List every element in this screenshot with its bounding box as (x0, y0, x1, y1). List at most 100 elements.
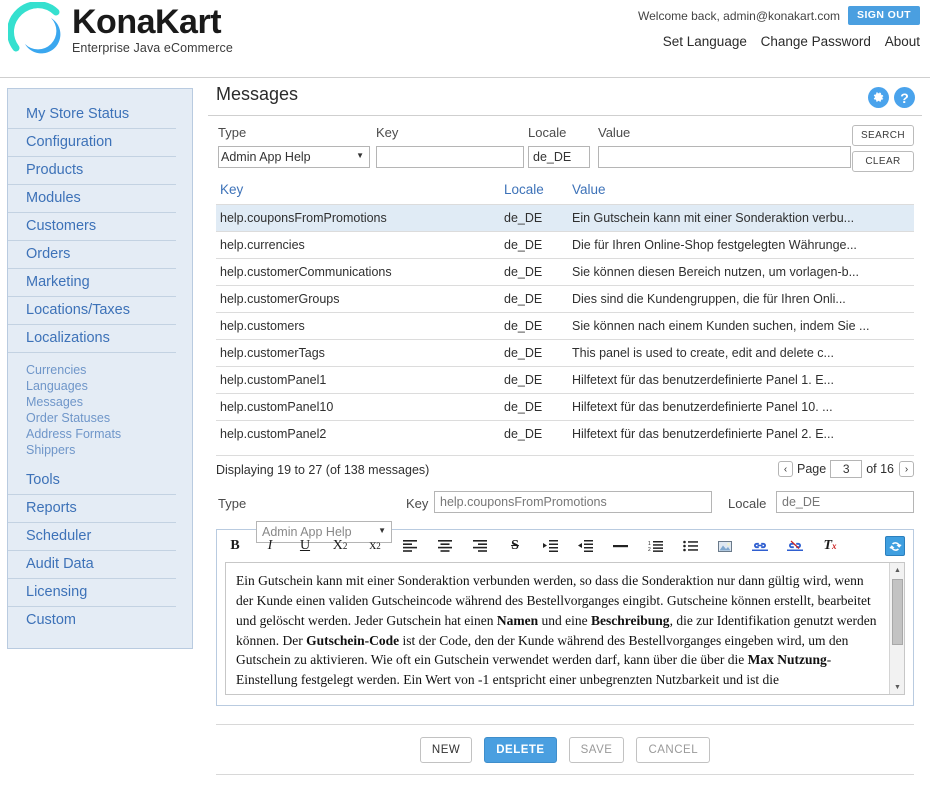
delete-button[interactable]: DELETE (484, 737, 556, 763)
underline-icon[interactable]: U (295, 536, 315, 556)
scroll-down-arrow-icon[interactable]: ▼ (890, 680, 905, 694)
bold-icon[interactable]: B (225, 536, 245, 556)
sidebar-item-products[interactable]: Products (8, 157, 176, 185)
scrollbar-thumb[interactable] (892, 579, 903, 645)
view-source-button[interactable] (885, 536, 905, 556)
grid-cell-locale: de_DE (500, 259, 568, 286)
help-question-glyph: ? (900, 91, 909, 105)
editor-content-area[interactable]: Ein Gutschein kann mit einer Sonderaktio… (225, 562, 905, 695)
scroll-up-arrow-icon[interactable]: ▲ (890, 563, 905, 577)
sidebar-item-orders[interactable]: Orders (8, 241, 176, 269)
editor-scrollbar[interactable]: ▲ ▼ (889, 563, 904, 694)
column-header-locale[interactable]: Locale (500, 178, 568, 205)
save-button[interactable]: SAVE (569, 737, 625, 763)
app-header: KonaKart Enterprise Java eCommerce Welco… (0, 0, 930, 78)
superscript-icon[interactable]: x2 (365, 536, 385, 556)
indent-icon[interactable] (540, 536, 560, 556)
sidebar-item-localizations[interactable]: Localizations (8, 325, 176, 353)
sidebar-item-locations-taxes[interactable]: Locations/Taxes (8, 297, 176, 325)
strikethrough-icon[interactable]: S (505, 536, 525, 556)
clear-button[interactable]: CLEAR (852, 151, 914, 172)
grid-cell-value: Hilfetext für das benutzerdefinierte Pan… (568, 394, 914, 421)
grid-cell-locale: de_DE (500, 232, 568, 259)
unlink-icon[interactable] (785, 536, 805, 556)
table-row[interactable]: help.customPanel2de_DEHilfetext für das … (216, 421, 914, 448)
insert-link-icon[interactable] (750, 536, 770, 556)
sidebar-subitem-messages[interactable]: Messages (8, 394, 192, 410)
column-header-key[interactable]: Key (216, 178, 500, 205)
sidebar-item-scheduler[interactable]: Scheduler (8, 523, 176, 551)
align-left-icon[interactable] (400, 536, 420, 556)
filter-type-select[interactable]: Admin App Help (218, 146, 370, 168)
editor-text-content[interactable]: Ein Gutschein kann mit einer Sonderaktio… (226, 563, 904, 694)
search-button[interactable]: SEARCH (852, 125, 914, 146)
table-row[interactable]: help.customerCommunicationsde_DESie könn… (216, 259, 914, 286)
ordered-list-icon[interactable]: 12 (645, 536, 665, 556)
sidebar-subitem-languages[interactable]: Languages (8, 378, 192, 394)
about-link[interactable]: About (885, 34, 920, 49)
filter-locale-label: Locale (528, 125, 566, 140)
new-button[interactable]: NEW (420, 737, 472, 763)
sidebar-item-configuration[interactable]: Configuration (8, 129, 176, 157)
table-row[interactable]: help.customerGroupsde_DEDies sind die Ku… (216, 286, 914, 313)
search-filter-bar: Type Key Locale Value Admin App Help SEA… (208, 116, 922, 178)
filter-locale-input[interactable] (528, 146, 590, 168)
sidebar-item-custom[interactable]: Custom (8, 607, 176, 634)
column-header-value[interactable]: Value (568, 178, 914, 205)
previous-page-button[interactable]: ‹ (778, 461, 793, 477)
table-row[interactable]: help.customerTagsde_DEThis panel is used… (216, 340, 914, 367)
table-row[interactable]: help.customPanel1de_DEHilfetext für das … (216, 367, 914, 394)
sidebar-item-reports[interactable]: Reports (8, 495, 176, 523)
sidebar-subitem-shippers[interactable]: Shippers (8, 442, 192, 458)
table-row[interactable]: help.customPanel10de_DEHilfetext für das… (216, 394, 914, 421)
grid-cell-value: Sie können diesen Bereich nutzen, um vor… (568, 259, 914, 286)
brand-subtitle: Enterprise Java eCommerce (72, 42, 233, 55)
help-icon[interactable]: ? (894, 87, 915, 108)
set-language-link[interactable]: Set Language (663, 34, 747, 49)
sign-out-button[interactable]: SIGN OUT (848, 6, 920, 25)
sidebar-subitem-address-formats[interactable]: Address Formats (8, 426, 192, 442)
unordered-list-icon[interactable] (680, 536, 700, 556)
gear-icon[interactable] (868, 87, 889, 108)
sidebar-item-customers[interactable]: Customers (8, 213, 176, 241)
outdent-icon[interactable] (575, 536, 595, 556)
cancel-button[interactable]: CANCEL (636, 737, 710, 763)
edit-key-input[interactable] (434, 491, 712, 513)
sidebar-item-modules[interactable]: Modules (8, 185, 176, 213)
header-account-area: Welcome back, admin@konakart.com SIGN OU… (638, 6, 920, 49)
sidebar-spacer (8, 353, 192, 362)
sidebar-item-licensing[interactable]: Licensing (8, 579, 176, 607)
grid-cell-key: help.couponsFromPromotions (216, 205, 500, 232)
grid-cell-value: Ein Gutschein kann mit einer Sonderaktio… (568, 205, 914, 232)
page-number-input[interactable] (830, 460, 862, 478)
filter-key-input[interactable] (376, 146, 524, 168)
sidebar-spacer-2 (8, 458, 192, 467)
change-password-link[interactable]: Change Password (761, 34, 871, 49)
italic-icon[interactable]: I (260, 536, 280, 556)
table-row[interactable]: help.couponsFromPromotionsde_DEEin Gutsc… (216, 205, 914, 232)
remove-format-icon[interactable]: Tx (820, 536, 840, 556)
grid-cell-locale: de_DE (500, 313, 568, 340)
edit-locale-input[interactable] (776, 491, 914, 513)
next-page-button[interactable]: › (899, 461, 914, 477)
sidebar-item-marketing[interactable]: Marketing (8, 269, 176, 297)
table-row[interactable]: help.customersde_DESie können nach einem… (216, 313, 914, 340)
align-right-icon[interactable] (470, 536, 490, 556)
record-count-text: Displaying 19 to 27 (of 138 messages) (216, 463, 429, 477)
table-row[interactable]: help.currenciesde_DEDie für Ihren Online… (216, 232, 914, 259)
sidebar-item-tools[interactable]: Tools (8, 467, 176, 495)
sidebar-subitem-order-statuses[interactable]: Order Statuses (8, 410, 192, 426)
align-center-icon[interactable] (435, 536, 455, 556)
sidebar-item-my-store-status[interactable]: My Store Status (8, 101, 176, 129)
message-edit-form: Type Admin App Help Key Locale (216, 491, 914, 521)
grid-cell-locale: de_DE (500, 367, 568, 394)
page-title: Messages (208, 84, 922, 105)
panel-header: Messages ? (208, 84, 922, 116)
subscript-icon[interactable]: X2 (330, 536, 350, 556)
grid-cell-key: help.customerTags (216, 340, 500, 367)
sidebar-subitem-currencies[interactable]: Currencies (8, 362, 192, 378)
horizontal-rule-icon[interactable] (610, 536, 630, 556)
insert-image-icon[interactable] (715, 536, 735, 556)
filter-value-input[interactable] (598, 146, 851, 168)
sidebar-item-audit-data[interactable]: Audit Data (8, 551, 176, 579)
